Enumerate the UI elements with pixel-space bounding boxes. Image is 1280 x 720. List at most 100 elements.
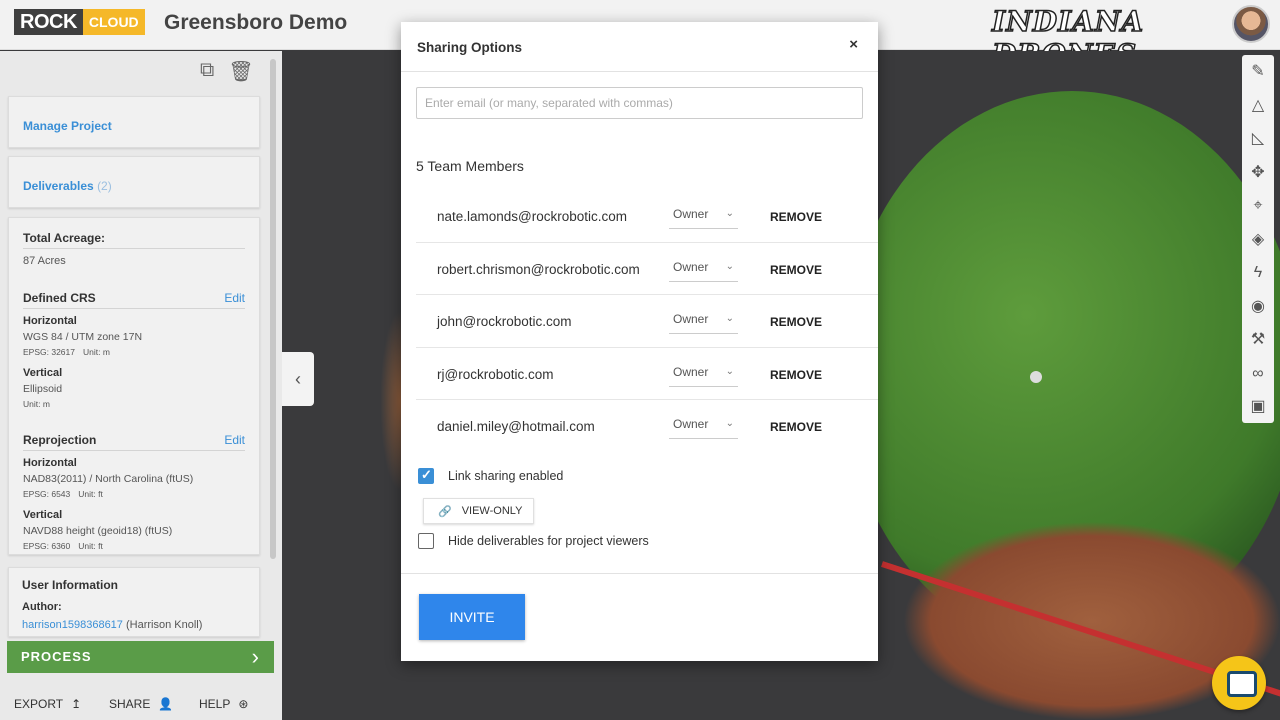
pencil-icon[interactable]: ✎ (1242, 55, 1274, 89)
member-role-select[interactable]: Owner ⌄ (669, 203, 738, 229)
sidebar-tools: ⧉ 🗑 (200, 59, 254, 84)
reproj-horizontal-unit: Unit: ft (78, 489, 103, 499)
deliverables-label: Deliverables (23, 179, 94, 193)
member-email: rj@rockrobotic.com (437, 366, 554, 382)
reproj-horizontal-epsg: EPSG: 6543 (23, 489, 71, 499)
logo-rock-text: ROCK (14, 9, 83, 35)
upload-icon: ↥ (71, 697, 82, 711)
collapse-sidebar-button[interactable]: ‹ (282, 352, 314, 406)
remove-member-button[interactable]: REMOVE (770, 315, 822, 329)
author-username-link[interactable]: harrison1598368617 (22, 619, 123, 631)
reproj-horizontal-label: Horizontal (23, 457, 77, 469)
layers-icon[interactable]: ◈ (1242, 223, 1274, 257)
process-button[interactable]: PROCESS › (7, 641, 274, 673)
modal-divider (401, 573, 878, 574)
defined-crs-heading: Defined CRS Edit (23, 291, 245, 309)
logo-cloud-text: CLOUD (82, 9, 145, 35)
chat-support-button[interactable] (1212, 656, 1266, 710)
member-role-select[interactable]: Owner ⌄ (669, 361, 738, 387)
lightning-icon[interactable]: ϟ (1242, 256, 1274, 290)
map-marker (1030, 371, 1042, 383)
link-icon[interactable]: ∞ (1242, 357, 1274, 391)
member-row: daniel.miley@hotmail.com Owner ⌄ REMOVE (416, 400, 878, 453)
move-icon[interactable]: ✥ (1242, 156, 1274, 190)
hide-deliverables-checkbox[interactable] (418, 533, 434, 549)
member-row: rj@rockrobotic.com Owner ⌄ REMOVE (416, 348, 878, 400)
share-label: SHARE (109, 697, 151, 711)
chevron-right-icon: › (251, 644, 260, 669)
remove-member-button[interactable]: REMOVE (770, 420, 822, 434)
link-sharing-row[interactable]: Link sharing enabled (418, 467, 564, 484)
member-role-select[interactable]: Owner ⌄ (669, 308, 738, 334)
link-icon: 🔗 (438, 505, 452, 518)
help-button[interactable]: HELP ⊛ (199, 697, 248, 711)
process-label: PROCESS (21, 649, 92, 664)
save-icon[interactable]: ▣ (1242, 390, 1274, 424)
member-email: robert.chrismon@rockrobotic.com (437, 261, 640, 277)
remove-member-button[interactable]: REMOVE (770, 263, 822, 277)
rockcloud-logo[interactable]: ROCK CLOUD (14, 9, 145, 35)
reproj-vertical-label: Vertical (23, 509, 63, 521)
manage-project-link[interactable]: Manage Project (23, 119, 112, 133)
member-role-select[interactable]: Owner ⌄ (669, 256, 738, 282)
link-sharing-checkbox[interactable] (418, 467, 434, 484)
wrench-icon[interactable]: ⚒ (1242, 323, 1274, 357)
reprojection-edit-link[interactable]: Edit (224, 433, 245, 447)
trash-icon[interactable]: 🗑 (228, 59, 253, 84)
project-title: Greensboro Demo (164, 11, 348, 34)
chevron-left-icon: ‹ (295, 369, 301, 389)
eye-icon[interactable]: ◉ (1242, 290, 1274, 324)
deliverables-count: (2) (97, 179, 112, 193)
area-measure-icon[interactable]: △ (1242, 89, 1274, 123)
member-role-value: Owner (673, 207, 709, 221)
sidebar-footer: EXPORT ↥ SHARE 👤 HELP ⊛ (0, 688, 282, 720)
crs-horizontal-label: Horizontal (23, 315, 77, 327)
defined-crs-title: Defined CRS (23, 291, 96, 305)
angle-measure-icon[interactable]: ◺ (1242, 122, 1274, 156)
location-pin-icon[interactable]: ⌖ (1242, 189, 1274, 223)
member-role-value: Owner (673, 312, 709, 326)
member-role-value: Owner (673, 259, 709, 274)
chevron-down-icon: ⌄ (725, 260, 734, 272)
help-label: HELP (199, 697, 231, 711)
author-name: (Harrison Knoll) (125, 619, 203, 631)
crs-horizontal-value: WGS 84 / UTM zone 17N (23, 331, 143, 343)
copy-icon[interactable]: ⧉ (200, 59, 214, 84)
reproj-horizontal-value: NAD83(2011) / North Carolina (ftUS) (23, 473, 194, 485)
close-icon[interactable]: × (849, 36, 858, 53)
chevron-down-icon: ⌄ (725, 418, 734, 429)
hide-deliverables-row[interactable]: Hide deliverables for project viewers (418, 533, 649, 549)
reprojection-heading: Reprojection Edit (23, 433, 245, 451)
reproj-vertical-epsg: EPSG: 6360 (23, 541, 71, 551)
user-info-heading: User Information (22, 578, 246, 595)
reproj-vertical-unit: Unit: ft (78, 541, 103, 551)
invite-email-input[interactable] (416, 87, 863, 119)
modal-header: Sharing Options × (401, 22, 878, 72)
total-acreage-heading: Total Acreage: (23, 231, 245, 249)
member-role-select[interactable]: Owner ⌄ (669, 413, 738, 439)
total-acreage-value: 87 Acres (23, 255, 66, 267)
sidebar-scrollbar[interactable] (270, 59, 276, 559)
remove-member-button[interactable]: REMOVE (770, 210, 822, 224)
manage-project-card[interactable]: Manage Project (8, 96, 260, 148)
view-only-button[interactable]: 🔗 VIEW-ONLY (423, 498, 534, 524)
user-avatar[interactable] (1232, 5, 1270, 43)
invite-button[interactable]: INVITE (419, 594, 525, 640)
deliverables-card[interactable]: Deliverables (2) (8, 156, 260, 208)
export-button[interactable]: EXPORT ↥ (14, 697, 81, 711)
crs-vertical-unit: Unit: m (23, 399, 50, 409)
map-toolbar: ✎ △ ◺ ✥ ⌖ ◈ ϟ ◉ ⚒ ∞ ▣ (1242, 55, 1274, 423)
team-members-count: 5 Team Members (416, 158, 524, 174)
member-row: nate.lamonds@rockrobotic.com Owner ⌄ REMO… (416, 190, 878, 243)
view-only-label: VIEW-ONLY (461, 505, 523, 517)
team-members-list: nate.lamonds@rockrobotic.com Owner ⌄ REMO… (416, 190, 878, 453)
sharing-options-modal: Sharing Options × 5 Team Members nate.la… (401, 22, 878, 661)
link-sharing-label: Link sharing enabled (448, 469, 564, 483)
share-button[interactable]: SHARE 👤 (109, 697, 173, 711)
member-email: nate.lamonds@rockrobotic.com (437, 209, 628, 224)
user-info-title: User Information (22, 578, 119, 592)
remove-member-button[interactable]: REMOVE (770, 368, 822, 382)
member-role-value: Owner (673, 417, 709, 431)
deliverables-link[interactable]: Deliverables (2) (23, 179, 112, 193)
defined-crs-edit-link[interactable]: Edit (224, 291, 245, 305)
